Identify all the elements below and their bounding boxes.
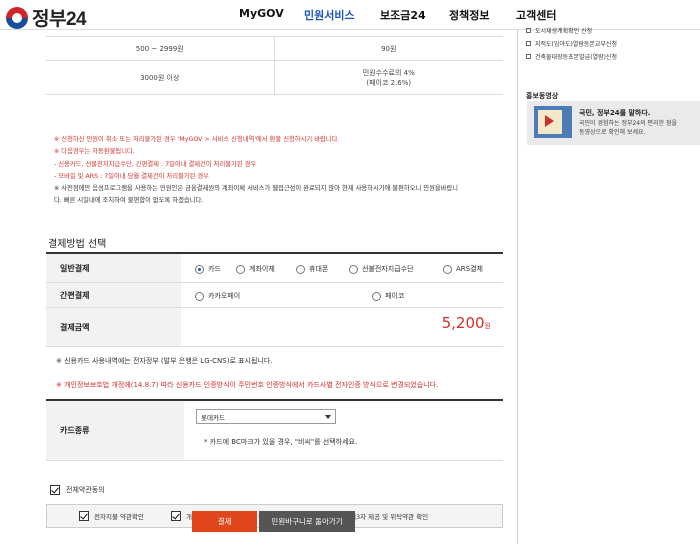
- radio-label: ARS결제: [456, 265, 483, 273]
- back-to-basket-button[interactable]: 민원바구니로 돌아가기: [259, 511, 355, 532]
- checkbox-checked-icon[interactable]: [171, 511, 181, 521]
- payment-method-table: 일반결제 카드 계좌이체 휴대폰 선불전자지급수단 ARS결제 간편결제 카카오…: [46, 252, 503, 347]
- sidebar-link[interactable]: 도시재생계획확인 신청: [526, 24, 617, 37]
- doc-icon: [526, 41, 531, 46]
- promo-description: 국민이 경험하는 정부24의 편리한 점을 동영상으로 확인해 보세요.: [579, 119, 677, 137]
- radio-label: 휴대폰: [309, 265, 329, 273]
- nav-mygov[interactable]: MyGOV: [239, 7, 284, 20]
- amount-row: 결제금액 5,200원: [46, 308, 503, 347]
- notice-auto-refund: ※ 다음경우는 자동환불됩니다.: [54, 148, 135, 156]
- simple-payment-row: 간편결제 카카오페이 페이코: [46, 283, 503, 308]
- radio-icon: [443, 264, 452, 274]
- sidebar-links: 도시재생계획확인 신청 지적도(임야도)열람등본교부신청 건축물대장등초본발급(…: [526, 28, 617, 63]
- radio-ars[interactable]: ARS결제: [443, 264, 483, 274]
- checkbox-checked-icon[interactable]: [50, 485, 60, 495]
- radio-card[interactable]: 카드: [195, 264, 221, 274]
- promo-heading: 국민, 정부24를 말하다.: [579, 109, 651, 117]
- radio-icon: [296, 264, 305, 274]
- card-type-label: 카드종류: [46, 401, 184, 460]
- simple-payment-options: 카카오페이 페이코: [181, 283, 503, 307]
- checkbox-checked-icon[interactable]: [79, 511, 89, 521]
- agree-label: 전자지불 약관확인: [94, 513, 144, 521]
- card-type-cell: 롯데카드 * 카드에 BC마크가 있을 경우, "비씨"를 선택하세요.: [184, 401, 503, 460]
- sidebar-link[interactable]: 지적도(임야도)열람등본교부신청: [526, 37, 617, 50]
- notice-accessibility: ※ 사전점에만 음성프로그램을 사용하는 민원인은 금융결제원의 계좌이체 서비…: [54, 185, 459, 193]
- fee-row: 3000원 이상 민원수수료의 4% (페이코 2.6%): [46, 61, 503, 95]
- card-type-selected: 롯데카드: [201, 413, 225, 422]
- nav-civil-service[interactable]: 민원서비스: [304, 7, 355, 23]
- fee-amount-line1: 민원수수료의 4%: [362, 68, 415, 77]
- privacy-law-note: ※ 개인정보보호법 개정에(14.8.7) 따라 신용카드 인증방식이 주민번호…: [56, 381, 439, 389]
- fee-table: 500 ~ 2999원 90원 3000원 이상 민원수수료의 4% (페이코 …: [46, 36, 503, 95]
- promo-video-card[interactable]: 국민, 정부24를 말하다. 국민이 경험하는 정부24의 편리한 점을 동영상…: [527, 101, 700, 145]
- sidebar-link-label: 건축물대장등초본발급(열람)신청: [535, 54, 617, 61]
- pay-button[interactable]: 결제: [192, 511, 257, 532]
- simple-payment-label: 간편결제: [46, 283, 181, 307]
- notice-card-refund: - 신용카드, 선불전자지급수단, 간편결제 : 7일이내 결제건이 처리불가된…: [54, 160, 257, 168]
- radio-prepaid[interactable]: 선불전자지급수단: [349, 264, 414, 274]
- radio-label: 페이코: [385, 292, 405, 300]
- amount-label: 결제금액: [46, 308, 181, 346]
- agree-all[interactable]: 전체약관동의: [50, 485, 105, 495]
- card-type-select[interactable]: 롯데카드: [196, 409, 336, 424]
- logo-text: 정부24: [32, 9, 87, 30]
- general-payment-options: 카드 계좌이체 휴대폰 선불전자지급수단 ARS결제: [181, 254, 503, 282]
- radio-kakaopay[interactable]: 카카오페이: [195, 291, 240, 301]
- card-bc-hint: * 카드에 BC마크가 있을 경우, "비씨"를 선택하세요.: [204, 438, 358, 446]
- promo-desc-line: 국민이 경험하는 정부24의 편리한 점을: [579, 120, 678, 127]
- general-payment-row: 일반결제 카드 계좌이체 휴대폰 선불전자지급수단 ARS결제: [46, 254, 503, 283]
- column-divider: [517, 30, 518, 544]
- chevron-down-icon: [325, 415, 331, 419]
- radio-payco[interactable]: 페이코: [372, 291, 404, 301]
- radio-bank-transfer[interactable]: 계좌이체: [236, 264, 275, 274]
- fee-row: 500 ~ 2999원 90원: [46, 37, 503, 61]
- promo-video-title: 홍보동영상: [526, 92, 559, 100]
- payment-amount: 5,200원: [442, 314, 491, 332]
- notice-accessibility-cont: 다. 빠른 시일내에 조치하여 불편함이 없도록 하겠습니다.: [54, 197, 204, 205]
- radio-icon: [236, 264, 245, 274]
- site-logo[interactable]: 정부24: [6, 4, 87, 31]
- radio-label: 카카오페이: [208, 292, 241, 300]
- card-type-table: 카드종류 롯데카드 * 카드에 BC마크가 있을 경우, "비씨"를 선택하세요…: [46, 399, 503, 461]
- video-thumbnail[interactable]: [534, 106, 572, 138]
- agree-epayment[interactable]: 전자지불 약관확인: [79, 511, 144, 521]
- fee-range: 500 ~ 2999원: [46, 37, 275, 60]
- radio-label: 계좌이체: [249, 265, 275, 273]
- amount-value: 5,200: [441, 314, 485, 332]
- sidebar-link-label: 지적도(임야도)열람등본교부신청: [535, 41, 617, 48]
- notice-block: ※ 신청하신 민원이 취소 또는 처리불가된 경우 'MyGOV > 서비스 신…: [54, 134, 499, 208]
- radio-icon: [195, 291, 204, 301]
- amount-unit: 원: [484, 322, 491, 330]
- nav-policy-info[interactable]: 정책정보: [449, 7, 489, 23]
- radio-checked-icon: [195, 264, 204, 274]
- doc-icon: [526, 54, 531, 59]
- taegeuk-logo-icon: [6, 6, 28, 29]
- nav-subsidy24[interactable]: 보조금24: [380, 7, 426, 23]
- nav-customer-center[interactable]: 고객센터: [516, 7, 556, 23]
- radio-label: 선불전자지급수단: [362, 265, 414, 273]
- radio-icon: [349, 264, 358, 274]
- general-payment-label: 일반결제: [46, 254, 181, 282]
- promo-desc-line: 동영상으로 확인해 보세요.: [579, 129, 646, 136]
- sidebar-link[interactable]: 건축물대장등초본발급(열람)신청: [526, 50, 617, 63]
- notice-mobile-refund: - 모바일 및 ARS : 7일이내 당월 결제건이 처리불가된 경우: [54, 172, 209, 180]
- fee-amount: 민원수수료의 4% (페이코 2.6%): [275, 61, 504, 94]
- notice-refund: ※ 신청하신 민원이 취소 또는 처리불가된 경우 'MyGOV > 서비스 신…: [54, 136, 340, 143]
- sidebar-link-label: 도시재생계획확인 신청: [535, 28, 593, 35]
- radio-label: 카드: [208, 265, 221, 273]
- fee-range: 3000원 이상: [46, 61, 275, 94]
- fee-amount-line2: (페이코 2.6%): [366, 78, 412, 87]
- card-statement-note: ※ 신용카드 사용내역에는 전자정부 (발부 은행은 LG-CNS)로 표시됩니…: [56, 357, 273, 365]
- radio-mobile[interactable]: 휴대폰: [296, 264, 328, 274]
- play-icon: [545, 115, 554, 127]
- agree-all-label: 전체약관동의: [66, 486, 105, 494]
- amount-cell: 5,200원: [181, 308, 503, 346]
- fee-amount: 90원: [381, 44, 397, 53]
- radio-icon: [372, 291, 381, 301]
- doc-icon: [526, 28, 531, 33]
- payment-section-title: 결제방법 선택: [48, 239, 107, 250]
